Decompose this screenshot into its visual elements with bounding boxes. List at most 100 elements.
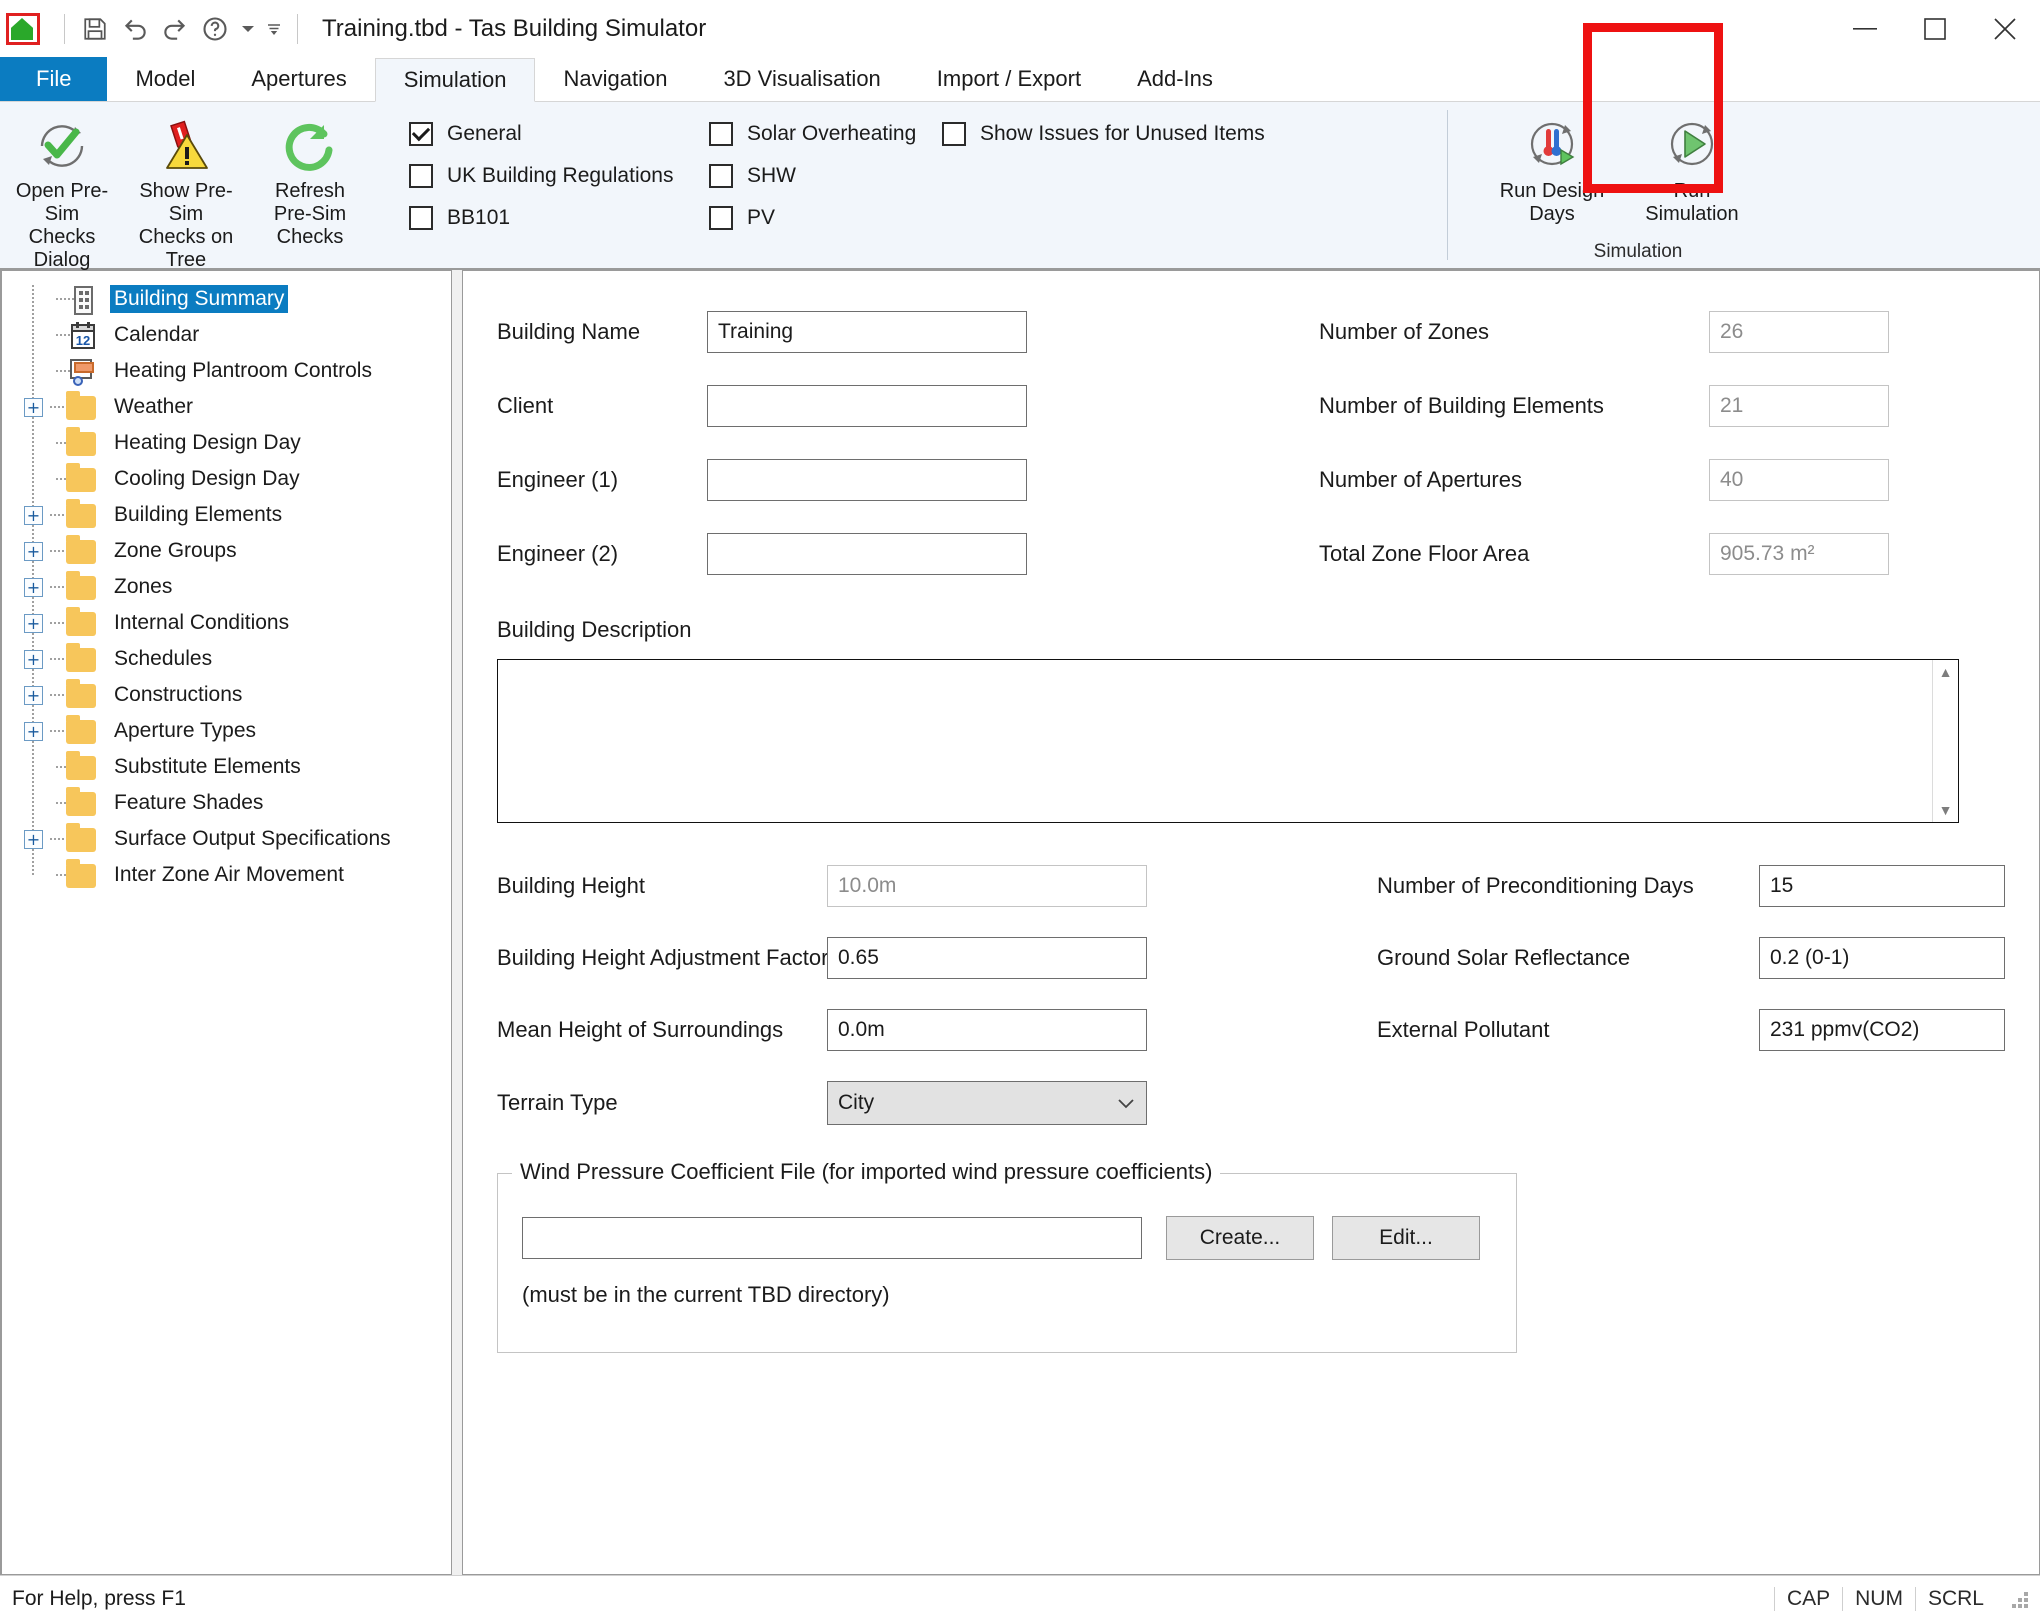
tab-import-export[interactable]: Import / Export bbox=[909, 57, 1109, 101]
checkbox-shw[interactable]: SHW bbox=[709, 164, 919, 188]
tree-item-inter-zone-air-movement[interactable]: Inter Zone Air Movement bbox=[24, 857, 451, 893]
preconditioning-days-input[interactable]: 15 bbox=[1759, 865, 2005, 907]
tree-item-aperture-types[interactable]: + Aperture Types bbox=[24, 713, 451, 749]
engineer-1-label: Engineer (1) bbox=[497, 467, 619, 492]
resize-grip-icon[interactable] bbox=[2010, 1588, 2032, 1610]
tree-item-calendar[interactable]: 12 Calendar bbox=[24, 317, 451, 353]
ribbon-group-simulation-label: Simulation bbox=[1593, 241, 1683, 262]
scroll-up-icon[interactable]: ▲ bbox=[1939, 664, 1953, 680]
checkbox-solar-overheating[interactable]: Solar Overheating bbox=[709, 122, 919, 146]
checkbox-solar-overheating-label: Solar Overheating bbox=[747, 122, 917, 145]
checkbox-uk-building-regulations[interactable]: UK Building Regulations bbox=[409, 164, 709, 188]
tab-apertures[interactable]: Apertures bbox=[223, 57, 374, 101]
tree-expander-icon[interactable]: + bbox=[24, 506, 43, 525]
tree-item-feature-shades[interactable]: Feature Shades bbox=[24, 785, 451, 821]
checkbox-show-issues-unused-items[interactable]: Show Issues for Unused Items bbox=[942, 122, 1265, 146]
tree-expander-icon[interactable]: + bbox=[24, 614, 43, 633]
building-description-textarea[interactable]: ▲ ▼ bbox=[497, 659, 1959, 823]
tree-item-internal-conditions[interactable]: + Internal Conditions bbox=[24, 605, 451, 641]
tree-expander-icon[interactable]: + bbox=[24, 686, 43, 705]
tree-item-label: Building Elements bbox=[114, 503, 283, 526]
building-height-adjustment-factor-input[interactable]: 0.65 bbox=[827, 937, 1147, 979]
edit-button[interactable]: Edit... bbox=[1332, 1216, 1480, 1260]
tree-item-label: Aperture Types bbox=[114, 719, 257, 742]
wind-pressure-file-input[interactable] bbox=[522, 1217, 1142, 1259]
mean-height-of-surroundings-input[interactable]: 0.0m bbox=[827, 1009, 1147, 1051]
tab-add-ins[interactable]: Add-Ins bbox=[1109, 57, 1241, 101]
maximize-button[interactable] bbox=[1900, 0, 1970, 58]
run-design-days-button[interactable]: Run Design Days bbox=[1482, 108, 1622, 226]
redo-icon[interactable] bbox=[155, 9, 195, 49]
play-run-icon bbox=[1661, 116, 1723, 176]
engineer-1-input[interactable] bbox=[707, 459, 1027, 501]
tree-item-building-summary[interactable]: Building Summary bbox=[24, 281, 451, 317]
tree-item-zones[interactable]: + Zones bbox=[24, 569, 451, 605]
project-tree-pane[interactable]: Building Summary 12 Calendar Heating Pla… bbox=[0, 270, 452, 1575]
ribbon-group-simulation: Run Design Days Run Simulation Simulatio… bbox=[1448, 102, 1828, 268]
tab-file[interactable]: File bbox=[0, 57, 108, 101]
tab-navigation[interactable]: Navigation bbox=[535, 57, 695, 101]
checkbox-general-box[interactable] bbox=[409, 122, 433, 146]
description-scrollbar[interactable]: ▲ ▼ bbox=[1932, 660, 1958, 822]
building-name-input[interactable]: Training bbox=[707, 311, 1027, 353]
tree-item-building-elements[interactable]: + Building Elements bbox=[24, 497, 451, 533]
save-icon[interactable] bbox=[75, 9, 115, 49]
checkbox-solar-overheating-box[interactable] bbox=[709, 122, 733, 146]
create-button[interactable]: Create... bbox=[1166, 1216, 1314, 1260]
tab-model[interactable]: Model bbox=[107, 57, 223, 101]
close-button[interactable] bbox=[1970, 0, 2040, 58]
title-bar: Training.tbd - Tas Building Simulator bbox=[0, 0, 2040, 58]
tree-item-cooling-design-day[interactable]: Cooling Design Day bbox=[24, 461, 451, 497]
client-input[interactable] bbox=[707, 385, 1027, 427]
tree-item-schedules[interactable]: + Schedules bbox=[24, 641, 451, 677]
minimize-button[interactable] bbox=[1830, 0, 1900, 58]
checkbox-shw-box[interactable] bbox=[709, 164, 733, 188]
tree-expander-icon[interactable]: + bbox=[24, 722, 43, 741]
checkbox-bb101-box[interactable] bbox=[409, 206, 433, 230]
pane-splitter[interactable] bbox=[452, 270, 462, 1575]
tab-3d-visualisation[interactable]: 3D Visualisation bbox=[695, 57, 908, 101]
folder-icon bbox=[66, 535, 100, 566]
wind-pressure-note: (must be in the current TBD directory) bbox=[522, 1282, 890, 1307]
project-tree: Building Summary 12 Calendar Heating Pla… bbox=[2, 271, 451, 893]
checkbox-uk-building-regulations-box[interactable] bbox=[409, 164, 433, 188]
checkbox-bb101[interactable]: BB101 bbox=[409, 206, 709, 230]
tab-simulation[interactable]: Simulation bbox=[374, 58, 536, 102]
tree-expander-icon[interactable]: + bbox=[24, 398, 43, 417]
checkbox-show-issues-unused-items-box[interactable] bbox=[942, 122, 966, 146]
refresh-presim-checks-button[interactable]: Refresh Pre-Sim Checks bbox=[248, 108, 372, 249]
checkbox-pv[interactable]: PV bbox=[709, 206, 919, 230]
window-controls bbox=[1830, 0, 2040, 58]
tree-item-heating-design-day[interactable]: Heating Design Day bbox=[24, 425, 451, 461]
open-presim-checks-dialog-button[interactable]: Open Pre-Sim Checks Dialog bbox=[0, 108, 124, 272]
ground-solar-reflectance-input[interactable]: 0.2 (0-1) bbox=[1759, 937, 2005, 979]
tree-expander-icon[interactable]: + bbox=[24, 830, 43, 849]
help-icon[interactable] bbox=[195, 9, 235, 49]
scroll-down-icon[interactable]: ▼ bbox=[1939, 802, 1953, 818]
tree-item-label: Inter Zone Air Movement bbox=[114, 863, 344, 886]
checkbox-pv-box[interactable] bbox=[709, 206, 733, 230]
checkbox-general[interactable]: General bbox=[409, 122, 709, 146]
tree-item-weather[interactable]: + Weather bbox=[24, 389, 451, 425]
tree-item-substitute-elements[interactable]: Substitute Elements bbox=[24, 749, 451, 785]
run-simulation-button[interactable]: Run Simulation bbox=[1622, 108, 1762, 226]
tree-item-heating-plantroom-controls[interactable]: Heating Plantroom Controls bbox=[24, 353, 451, 389]
undo-icon[interactable] bbox=[115, 9, 155, 49]
terrain-type-select[interactable]: City bbox=[827, 1081, 1147, 1125]
tree-item-constructions[interactable]: + Constructions bbox=[24, 677, 451, 713]
external-pollutant-input[interactable]: 231 ppmv(CO2) bbox=[1759, 1009, 2005, 1051]
number-of-building-elements-label: Number of Building Elements bbox=[1319, 393, 1604, 418]
tree-item-surface-output-specifications[interactable]: + Surface Output Specifications bbox=[24, 821, 451, 857]
tree-expander-icon[interactable]: + bbox=[24, 578, 43, 597]
customize-qat-icon[interactable] bbox=[261, 9, 287, 49]
tree-expander-icon[interactable]: + bbox=[24, 542, 43, 561]
tree-expander-icon[interactable]: + bbox=[24, 650, 43, 669]
chevron-down-icon[interactable] bbox=[1116, 1091, 1136, 1115]
plantroom-icon bbox=[66, 356, 100, 386]
engineer-2-input[interactable] bbox=[707, 533, 1027, 575]
dropdown-arrow-icon[interactable] bbox=[235, 9, 261, 49]
building-name-label: Building Name bbox=[497, 319, 641, 344]
tree-item-zone-groups[interactable]: + Zone Groups bbox=[24, 533, 451, 569]
checkbox-bb101-label: BB101 bbox=[447, 206, 511, 229]
show-presim-checks-on-tree-button[interactable]: Show Pre-Sim Checks on Tree bbox=[124, 108, 248, 272]
